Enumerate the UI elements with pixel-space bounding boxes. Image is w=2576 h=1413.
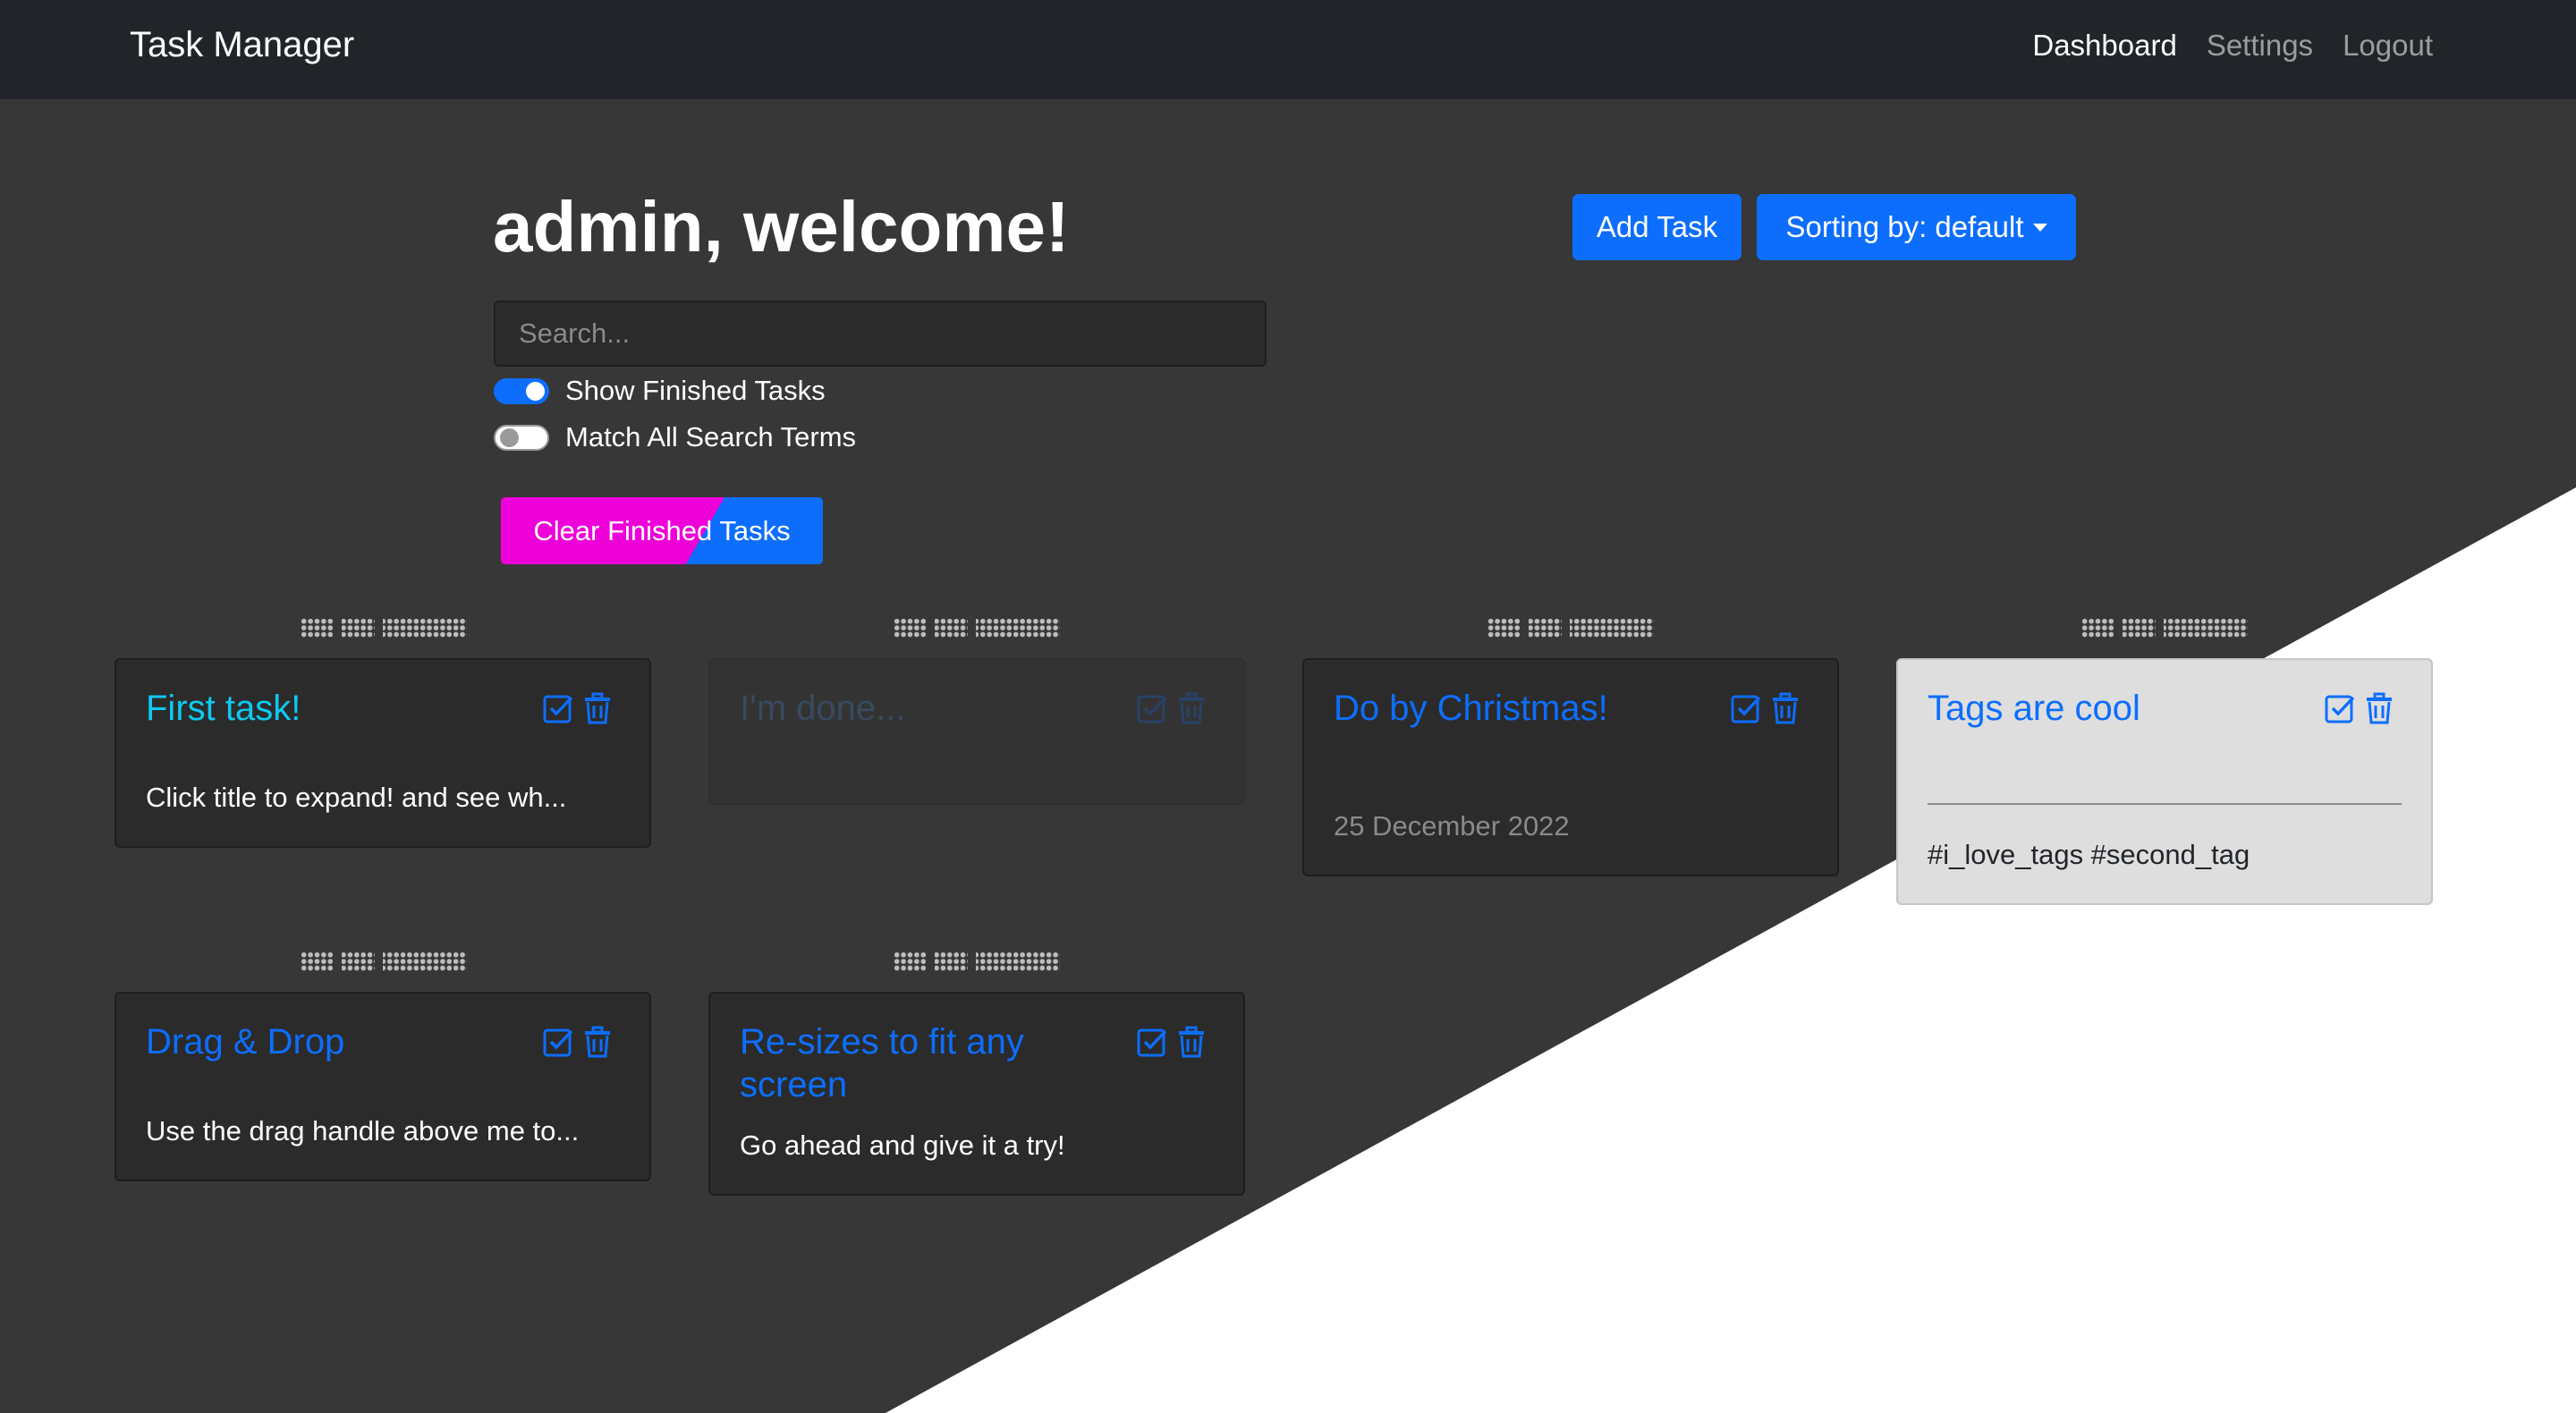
trash-icon[interactable] (2363, 692, 2395, 724)
navbar: Task Manager Dashboard Settings Logout (0, 0, 2576, 99)
drag-handle[interactable] (2081, 618, 2248, 638)
nav-links: Dashboard Settings Logout (2032, 29, 2433, 63)
check-square-icon[interactable] (542, 1026, 574, 1058)
add-task-button[interactable]: Add Task (1572, 194, 1741, 260)
task-actions (1136, 692, 1208, 724)
task-title[interactable]: Do by Christmas! (1334, 687, 1709, 730)
drag-handle[interactable] (301, 952, 467, 971)
show-finished-label: Show Finished Tasks (565, 375, 826, 406)
check-square-icon[interactable] (1136, 692, 1168, 724)
task-title[interactable]: Drag & Drop (146, 1020, 521, 1063)
check-square-icon[interactable] (2324, 692, 2356, 724)
switch-knob (526, 381, 545, 401)
task-title[interactable]: First task! (146, 687, 521, 730)
page-title: admin, welcome! (493, 187, 1070, 267)
task-actions (542, 692, 614, 724)
task-body: Click title to expand! and see wh... (146, 782, 567, 813)
task-title[interactable]: Tags are cool (1928, 687, 2303, 730)
task-tags: #i_love_tags #second_tag (1928, 839, 2250, 870)
sort-dropdown-button[interactable]: Sorting by: default (1757, 194, 2076, 260)
clear-finished-label: Clear Finished Tasks (533, 514, 791, 546)
drag-handle[interactable] (301, 618, 467, 638)
drag-handle[interactable] (1487, 618, 1654, 638)
check-square-icon[interactable] (1730, 692, 1762, 724)
nav-link-logout[interactable]: Logout (2343, 29, 2433, 63)
task-card: Re-sizes to fit any screen Go ahead and … (708, 992, 1245, 1196)
task-card: Drag & Drop Use the drag handle above me… (114, 992, 651, 1181)
task-body: Use the drag handle above me to... (146, 1115, 580, 1146)
task-card: First task! Click title to expand! and s… (114, 658, 651, 848)
add-task-label: Add Task (1596, 210, 1718, 243)
card-divider (1928, 803, 2402, 805)
show-finished-switch[interactable] (494, 377, 549, 404)
task-actions (1730, 692, 1801, 724)
task-title[interactable]: I'm done... (740, 687, 1115, 730)
drag-handle[interactable] (894, 952, 1060, 971)
task-due-date: 25 December 2022 (1334, 810, 1570, 842)
task-body: Go ahead and give it a try! (740, 1130, 1065, 1161)
check-square-icon[interactable] (1136, 1026, 1168, 1058)
caret-down-icon (2032, 223, 2047, 232)
check-square-icon[interactable] (542, 692, 574, 724)
nav-link-settings[interactable]: Settings (2207, 29, 2313, 63)
drag-handle[interactable] (894, 618, 1060, 638)
task-actions (2324, 692, 2395, 724)
show-finished-toggle-row: Show Finished Tasks (494, 375, 826, 407)
task-card: Do by Christmas! 25 December 2022 (1302, 658, 1839, 876)
trash-icon[interactable] (1175, 692, 1208, 724)
match-all-switch[interactable] (494, 424, 549, 451)
search-input[interactable] (494, 300, 1267, 367)
task-title[interactable]: Re-sizes to fit any screen (740, 1020, 1115, 1106)
task-card: Tags are cool #i_love_tags #second_tag (1896, 658, 2433, 905)
trash-icon[interactable] (581, 692, 614, 724)
brand-title[interactable]: Task Manager (130, 25, 354, 65)
trash-icon[interactable] (1175, 1026, 1208, 1058)
match-all-label: Match All Search Terms (565, 421, 857, 453)
task-actions (542, 1026, 614, 1058)
clear-finished-button[interactable]: Clear Finished Tasks (501, 497, 823, 564)
trash-icon[interactable] (581, 1026, 614, 1058)
trash-icon[interactable] (1769, 692, 1801, 724)
nav-link-dashboard[interactable]: Dashboard (2032, 29, 2176, 63)
sort-label: Sorting by: default (1785, 210, 2024, 243)
task-card-finished: I'm done... (708, 658, 1245, 805)
task-actions (1136, 1026, 1208, 1058)
switch-knob (500, 427, 519, 447)
match-all-toggle-row: Match All Search Terms (494, 421, 856, 453)
